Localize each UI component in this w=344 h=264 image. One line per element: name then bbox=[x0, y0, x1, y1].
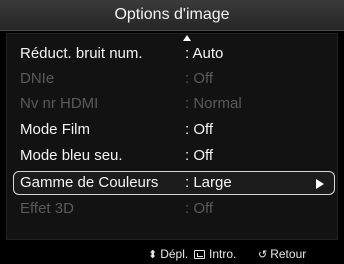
menu-item-label: DNIe bbox=[20, 70, 55, 87]
updown-arrows-icon: ⬍ bbox=[148, 248, 158, 261]
picture-options-osd: Options d'image Réduct. bruit num. : Aut… bbox=[0, 0, 344, 264]
menu-item-value: : Off bbox=[185, 70, 214, 87]
button-hint-bar: ⬍ Dépl. Intro. ↺ Retour bbox=[0, 245, 344, 264]
hint-return: ↺ Retour bbox=[258, 245, 306, 264]
submenu-arrow-icon[interactable] bbox=[316, 179, 324, 189]
menu-item-nv-nr-hdmi: Nv nr HDMI : Normal bbox=[17, 92, 335, 116]
menu-item-label: Mode Film bbox=[20, 121, 91, 138]
menu-item-label: Gamme de Couleurs bbox=[20, 174, 159, 191]
menu-item-value: : Large bbox=[185, 174, 232, 191]
hint-move: ⬍ Dépl. bbox=[148, 245, 188, 264]
hint-enter: Intro. bbox=[194, 245, 236, 264]
menu-item-value: : Normal bbox=[185, 95, 242, 112]
enter-icon bbox=[194, 250, 205, 259]
menu-item-dnie: DNIe : Off bbox=[17, 67, 335, 91]
menu-item-effet-3d: Effet 3D : Off bbox=[17, 197, 335, 221]
menu-title-bar: Options d'image bbox=[0, 0, 344, 31]
scroll-up-arrow-icon[interactable] bbox=[183, 35, 191, 41]
return-icon: ↺ bbox=[258, 248, 268, 261]
hint-return-label: Retour bbox=[270, 247, 307, 261]
menu-item-reduct-bruit-num[interactable]: Réduct. bruit num. : Auto bbox=[17, 42, 335, 66]
menu-item-value: : Auto bbox=[185, 45, 224, 62]
menu-item-label: Effet 3D bbox=[20, 200, 74, 217]
menu-item-value: : Off bbox=[185, 121, 214, 138]
menu-item-label: Nv nr HDMI bbox=[20, 95, 99, 112]
menu-item-value: : Off bbox=[185, 147, 214, 164]
menu-title: Options d'image bbox=[114, 6, 230, 23]
menu-item-gamme-de-couleurs[interactable]: Gamme de Couleurs : Large bbox=[13, 171, 335, 195]
menu-item-value: : Off bbox=[185, 200, 214, 217]
menu-item-mode-film[interactable]: Mode Film : Off bbox=[17, 118, 335, 142]
hint-enter-label: Intro. bbox=[209, 247, 237, 261]
hint-move-label: Dépl. bbox=[160, 247, 189, 261]
menu-item-mode-bleu-seu[interactable]: Mode bleu seu. : Off bbox=[17, 144, 335, 168]
menu-item-label: Mode bleu seu. bbox=[20, 147, 123, 164]
menu-item-label: Réduct. bruit num. bbox=[20, 45, 143, 62]
